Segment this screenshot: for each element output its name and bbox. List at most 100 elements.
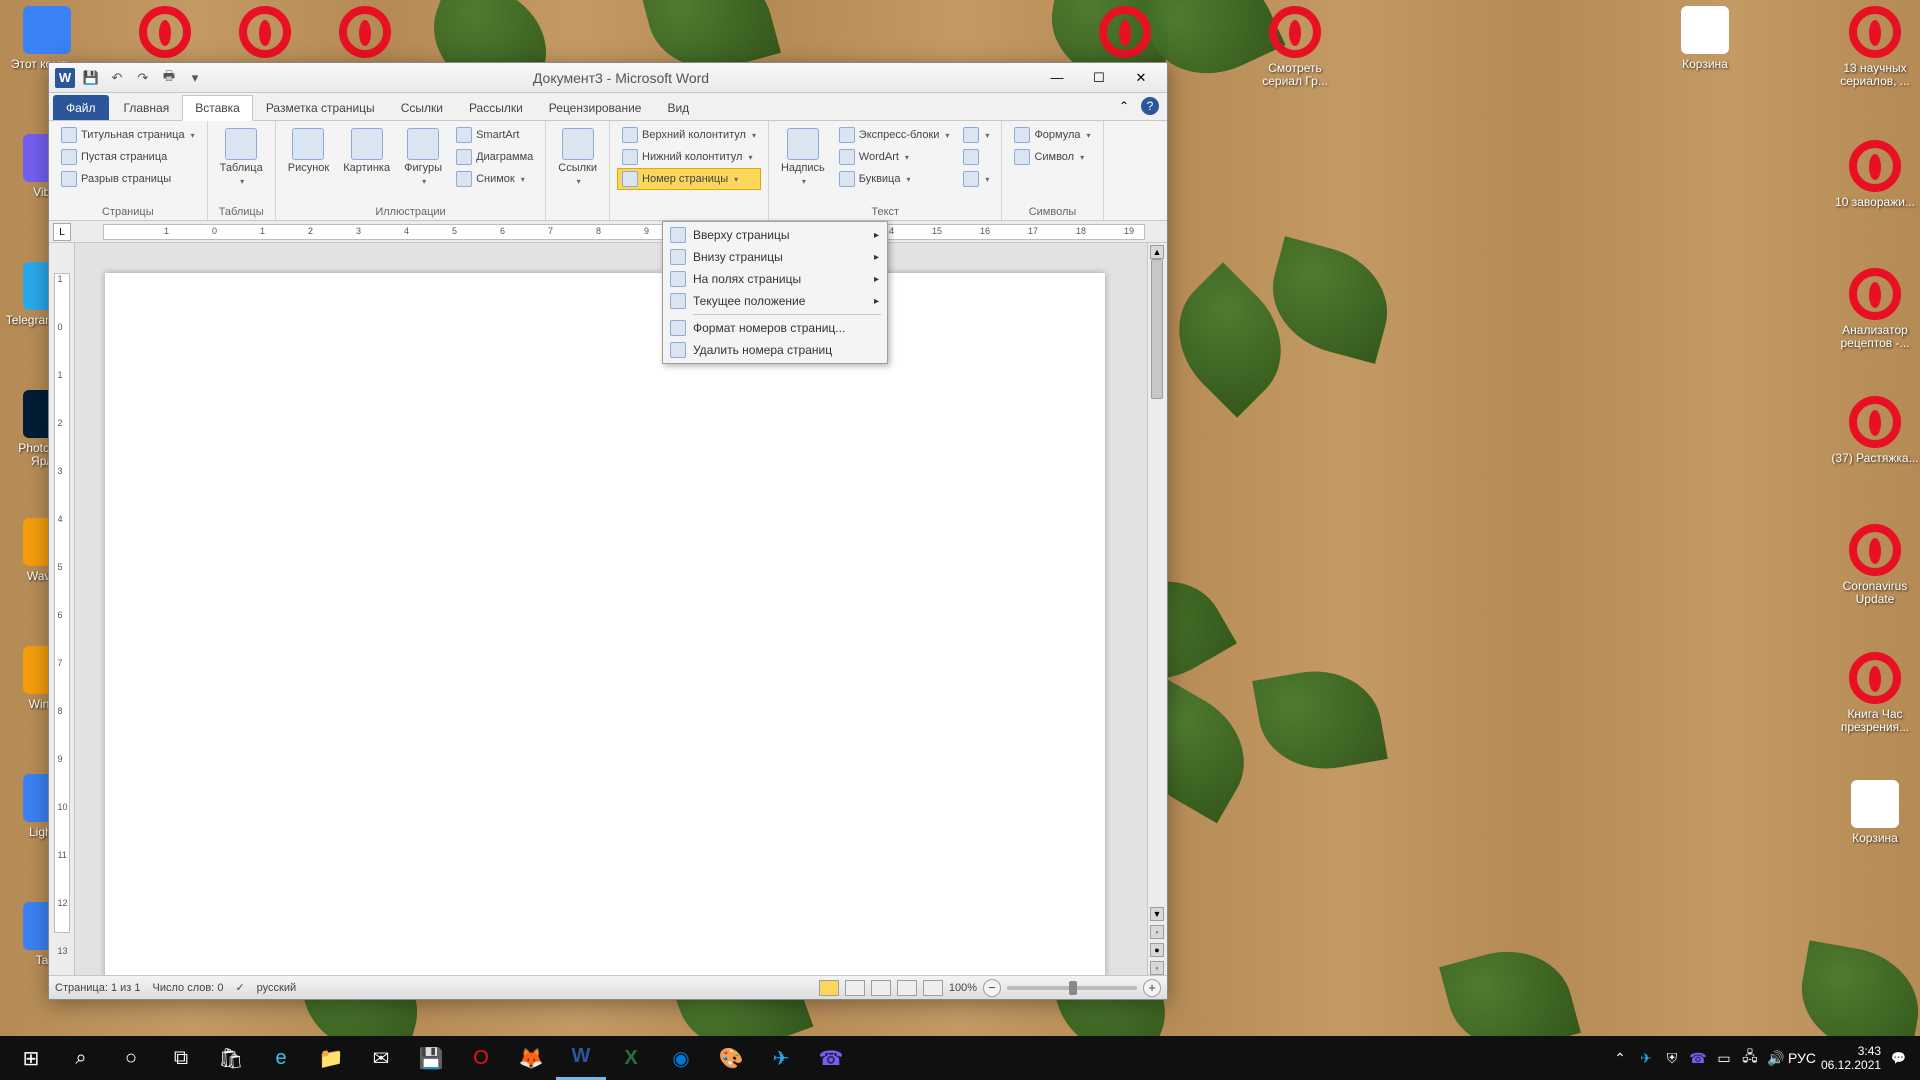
zoom-out-button[interactable]: − <box>983 979 1001 997</box>
close-button[interactable]: ✕ <box>1121 66 1161 90</box>
tray-viber-icon[interactable]: ☎ <box>1689 1049 1707 1067</box>
view-outline[interactable] <box>897 980 917 996</box>
save-icon[interactable]: 💾 <box>81 68 101 88</box>
tab-view[interactable]: Вид <box>654 95 702 120</box>
shapes-button[interactable]: Фигуры▾ <box>400 125 446 204</box>
firefox-icon[interactable]: 🦊 <box>506 1036 556 1080</box>
smartart-button[interactable]: SmartArt <box>452 125 537 145</box>
undo-icon[interactable]: ↶ <box>107 68 127 88</box>
tab-selector[interactable]: L <box>53 223 71 241</box>
store-icon[interactable]: 🛍 <box>206 1036 256 1080</box>
tab-home[interactable]: Главная <box>111 95 183 120</box>
table-button[interactable]: Таблица▾ <box>216 125 267 204</box>
word-taskbar-icon[interactable]: W <box>556 1036 606 1080</box>
scroll-up-icon[interactable]: ▲ <box>1150 245 1164 259</box>
edge-icon[interactable]: ◉ <box>656 1036 706 1080</box>
proofing-icon[interactable]: ✓ <box>235 981 244 994</box>
wordart-button[interactable]: WordArt▾ <box>835 147 954 167</box>
browse-object-icon[interactable]: ● <box>1150 943 1164 957</box>
desktop-icon--37-[interactable]: (37) Растяжка... <box>1830 396 1920 465</box>
tab-mailings[interactable]: Рассылки <box>456 95 536 120</box>
zoom-slider[interactable] <box>1007 986 1137 990</box>
minimize-ribbon-icon[interactable]: ⌃ <box>1115 97 1133 115</box>
save-app-icon[interactable]: 💾 <box>406 1036 456 1080</box>
tray-telegram-icon[interactable]: ✈ <box>1637 1049 1655 1067</box>
customize-icon[interactable]: ▾ <box>185 68 205 88</box>
mail-icon[interactable]: ✉ <box>356 1036 406 1080</box>
signature-button[interactable]: ▾ <box>959 125 993 145</box>
excel-icon[interactable]: X <box>606 1036 656 1080</box>
tray-volume-icon[interactable]: 🔊 <box>1767 1049 1785 1067</box>
textbox-button[interactable]: Надпись▾ <box>777 125 829 204</box>
desktop-icon--[interactable]: Корзина <box>1830 780 1920 845</box>
tray-chevron-icon[interactable]: ⌃ <box>1611 1049 1629 1067</box>
tab-review[interactable]: Рецензирование <box>536 95 655 120</box>
header-button[interactable]: Верхний колонтитул▾ <box>618 125 760 145</box>
menu-format-numbers[interactable]: Формат номеров страниц... <box>665 317 885 339</box>
desktop-icon-opera[interactable] <box>320 6 410 62</box>
chart-button[interactable]: Диаграмма <box>452 147 537 167</box>
dropcap-button[interactable]: Буквица▾ <box>835 169 954 189</box>
desktop-icon--[interactable]: Корзина <box>1660 6 1750 71</box>
help-icon[interactable]: ? <box>1141 97 1159 115</box>
explorer-icon[interactable]: 📁 <box>306 1036 356 1080</box>
desktop-icon--[interactable]: Анализатор рецептов -... <box>1830 268 1920 350</box>
edge-legacy-icon[interactable]: e <box>256 1036 306 1080</box>
symbol-button[interactable]: Символ▾ <box>1010 147 1094 167</box>
start-button[interactable]: ⊞ <box>6 1036 56 1080</box>
taskbar-clock[interactable]: 3:43 06.12.2021 <box>1821 1044 1881 1072</box>
print-icon[interactable]: 🖶 <box>159 68 179 88</box>
horizontal-ruler[interactable]: L 101234567891011121314151617181920 <box>49 221 1167 243</box>
tray-battery-icon[interactable]: ▭ <box>1715 1049 1733 1067</box>
page-scroll-area[interactable] <box>75 243 1147 975</box>
desktop-icon-opera[interactable] <box>1080 6 1170 62</box>
viber-taskbar-icon[interactable]: ☎ <box>806 1036 856 1080</box>
object-button[interactable]: ▾ <box>959 169 993 189</box>
tab-references[interactable]: Ссылки <box>388 95 456 120</box>
cortana-button[interactable]: ○ <box>106 1036 156 1080</box>
redo-icon[interactable]: ↷ <box>133 68 153 88</box>
desktop-icon--[interactable]: Книга Час презрения... <box>1830 652 1920 734</box>
blank-page-button[interactable]: Пустая страница <box>57 147 199 167</box>
desktop-icon-10-[interactable]: 10 заворажи... <box>1830 140 1920 209</box>
clipart-button[interactable]: Картинка <box>339 125 394 204</box>
view-fullscreen[interactable] <box>845 980 865 996</box>
screenshot-button[interactable]: Снимок▾ <box>452 169 537 189</box>
tray-network-icon[interactable]: 🖧 <box>1741 1049 1759 1067</box>
desktop-icon--[interactable]: Смотреть сериал Гр... <box>1250 6 1340 88</box>
task-view-button[interactable]: ⧉ <box>156 1036 206 1080</box>
opera-taskbar-icon[interactable]: O <box>456 1036 506 1080</box>
word-icon[interactable]: W <box>55 68 75 88</box>
status-language[interactable]: русский <box>257 982 296 994</box>
tray-language[interactable]: РУС <box>1793 1049 1811 1067</box>
menu-remove-numbers[interactable]: Удалить номера страниц <box>665 339 885 361</box>
document-page[interactable] <box>105 273 1105 975</box>
footer-button[interactable]: Нижний колонтитул▾ <box>618 147 760 167</box>
menu-current-position[interactable]: Текущее положение▸ <box>665 290 885 312</box>
tab-file[interactable]: Файл <box>53 95 109 120</box>
desktop-icon-opera[interactable] <box>220 6 310 62</box>
zoom-in-button[interactable]: + <box>1143 979 1161 997</box>
scroll-thumb[interactable] <box>1151 259 1163 399</box>
quickparts-button[interactable]: Экспресс-блоки▾ <box>835 125 954 145</box>
telegram-taskbar-icon[interactable]: ✈ <box>756 1036 806 1080</box>
status-words[interactable]: Число слов: 0 <box>153 982 224 994</box>
maximize-button[interactable]: ☐ <box>1079 66 1119 90</box>
page-break-button[interactable]: Разрыв страницы <box>57 169 199 189</box>
view-print-layout[interactable] <box>819 980 839 996</box>
tab-layout[interactable]: Разметка страницы <box>253 95 388 120</box>
cover-page-button[interactable]: Титульная страница▾ <box>57 125 199 145</box>
tab-insert[interactable]: Вставка <box>182 95 253 121</box>
zoom-level[interactable]: 100% <box>949 982 977 994</box>
notifications-icon[interactable]: 💬 <box>1891 1051 1906 1065</box>
scroll-down-icon[interactable]: ▼ <box>1150 907 1164 921</box>
next-page-icon[interactable]: ◦ <box>1150 961 1164 975</box>
search-button[interactable]: ⌕ <box>56 1036 106 1080</box>
tray-security-icon[interactable]: ⛨ <box>1663 1049 1681 1067</box>
menu-page-margins[interactable]: На полях страницы▸ <box>665 268 885 290</box>
view-draft[interactable] <box>923 980 943 996</box>
vertical-ruler[interactable]: 1012345678910111213 <box>49 243 75 975</box>
minimize-button[interactable]: — <box>1037 66 1077 90</box>
vertical-scrollbar[interactable]: ▲ ▼ ◦ ● ◦ <box>1147 243 1167 975</box>
status-page[interactable]: Страница: 1 из 1 <box>55 982 141 994</box>
